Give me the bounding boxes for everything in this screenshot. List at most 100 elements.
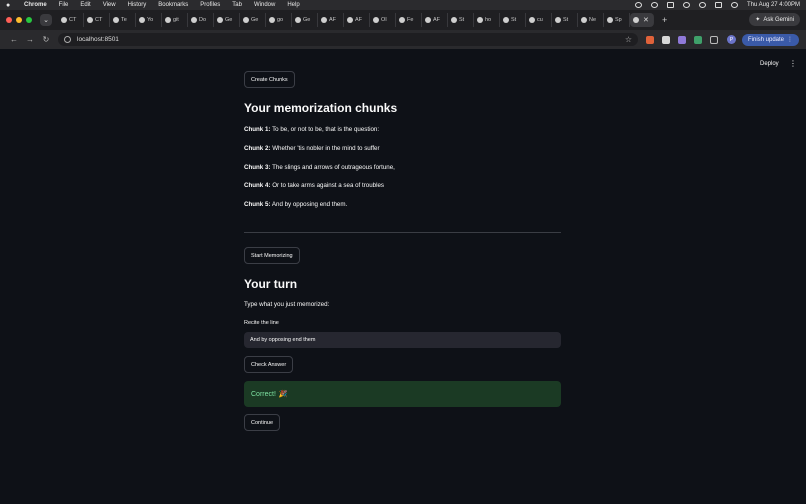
browser-tab[interactable]: OI (370, 13, 396, 27)
url-text: localhost:8501 (77, 36, 119, 43)
start-memorizing-button[interactable]: Start Memorizing (244, 247, 300, 264)
browser-tab[interactable]: St (448, 13, 474, 27)
close-tab-icon[interactable]: ✕ (643, 16, 649, 24)
record-icon[interactable] (650, 2, 658, 8)
window-controls (6, 17, 32, 23)
tab-title: AF (329, 17, 337, 23)
extension-icon[interactable] (662, 35, 670, 44)
menu-file[interactable]: File (59, 2, 69, 8)
browser-tab[interactable]: St (500, 13, 526, 27)
browser-tab[interactable]: go (266, 13, 292, 27)
browser-tab[interactable]: Fe (396, 13, 422, 27)
browser-tab[interactable]: Ge (214, 13, 240, 27)
battery-icon[interactable] (666, 2, 674, 8)
browser-tab[interactable]: CT (58, 13, 84, 27)
extensions-puzzle-icon[interactable] (710, 35, 718, 44)
chunk-label: Chunk 3: (244, 164, 271, 171)
zoom-window-icon[interactable] (26, 17, 32, 23)
app-menu-icon[interactable]: ⋮ (789, 59, 797, 68)
tab-favicon-icon (477, 17, 483, 23)
menu-view[interactable]: View (103, 2, 116, 8)
tab-title: ho (485, 17, 492, 23)
chunk-line: Chunk 5: And by opposing end them. (244, 201, 347, 208)
turn-heading: Your turn (244, 277, 298, 291)
chunk-line: Chunk 1: To be, or not to be, that is th… (244, 126, 379, 133)
success-alert: Correct! 🎉 (244, 381, 561, 407)
chunk-label: Chunk 5: (244, 201, 271, 208)
gemini-icon: ✦ (755, 17, 761, 23)
chunk-text: Or to take arms against a sea of trouble… (272, 182, 384, 189)
tab-title: AF (355, 17, 363, 23)
minimize-window-icon[interactable] (16, 17, 22, 23)
menu-app-name[interactable]: Chrome (24, 2, 47, 8)
browser-tab[interactable]: AF (344, 13, 370, 27)
menu-history[interactable]: History (128, 2, 147, 8)
browser-tab[interactable]: Ge (240, 13, 266, 27)
bluetooth-icon[interactable] (634, 2, 642, 8)
menu-tab[interactable]: Tab (232, 2, 242, 8)
tab-favicon-icon (607, 17, 613, 23)
more-vert-icon: ⋮ (787, 37, 794, 43)
ask-gemini-button[interactable]: ✦ Ask Gemini (749, 13, 800, 26)
close-window-icon[interactable] (6, 17, 12, 23)
tab-title: AF (433, 17, 441, 23)
browser-tab[interactable]: St (552, 13, 578, 27)
tab-favicon-icon (633, 17, 639, 23)
apple-icon[interactable]: ● (6, 2, 14, 9)
address-bar[interactable]: localhost:8501 ☆ (58, 33, 638, 46)
tab-search-icon[interactable]: ⌄ (40, 14, 52, 26)
wifi-icon[interactable] (682, 2, 690, 8)
browser-tab[interactable]: Sp (604, 13, 630, 27)
new-tab-icon[interactable]: + (662, 15, 667, 25)
finish-update-button[interactable]: Finish update ⋮ (742, 33, 800, 46)
browser-tab[interactable]: ho (474, 13, 500, 27)
browser-tab[interactable]: AF (318, 13, 344, 27)
browser-tab[interactable]: Do (188, 13, 214, 27)
browser-tab[interactable]: git (162, 13, 188, 27)
chunk-line: Chunk 3: The slings and arrows of outrag… (244, 164, 395, 171)
tab-favicon-icon (425, 17, 431, 23)
recite-input[interactable]: And by opposing end them (244, 332, 561, 348)
extension-icon[interactable] (646, 35, 654, 44)
menu-profiles[interactable]: Profiles (200, 2, 220, 8)
reload-icon[interactable]: ↻ (38, 35, 54, 44)
search-icon[interactable] (698, 2, 706, 8)
siri-icon[interactable] (730, 2, 738, 8)
browser-tab[interactable]: Yo (136, 13, 162, 27)
profile-avatar[interactable]: P (727, 35, 736, 44)
browser-tab[interactable]: Ge (292, 13, 318, 27)
menu-window[interactable]: Window (254, 2, 275, 8)
tab-title: St (563, 17, 569, 23)
tab-favicon-icon (529, 17, 535, 23)
tab-favicon-icon (87, 17, 93, 23)
tab-favicon-icon (269, 17, 275, 23)
control-center-icon[interactable] (714, 2, 722, 8)
success-text: Correct! (251, 390, 276, 398)
extension-icon[interactable] (694, 35, 702, 44)
deploy-button[interactable]: Deploy (760, 61, 779, 67)
clock[interactable]: Thu Aug 27 4:00PM (747, 2, 800, 8)
tab-title: OI (381, 17, 387, 23)
check-answer-button[interactable]: Check Answer (244, 356, 294, 373)
tab-title: git (173, 17, 179, 23)
browser-tab[interactable]: Ne (578, 13, 604, 27)
site-info-icon[interactable] (64, 36, 71, 43)
menu-help[interactable]: Help (287, 2, 299, 8)
tab-favicon-icon (191, 17, 197, 23)
browser-tab[interactable]: Te (110, 13, 136, 27)
continue-button[interactable]: Continue (244, 414, 281, 431)
browser-tab[interactable]: AF (422, 13, 448, 27)
browser-tab[interactable]: cu (526, 13, 552, 27)
back-icon[interactable]: ← (6, 35, 22, 44)
create-chunks-button[interactable]: Create Chunks (244, 71, 295, 88)
extension-icon[interactable] (678, 35, 686, 44)
party-popper-icon: 🎉 (278, 391, 288, 398)
menu-edit[interactable]: Edit (80, 2, 90, 8)
forward-icon[interactable]: → (22, 35, 38, 44)
browser-tab[interactable]: CT (84, 13, 110, 27)
browser-tab-active[interactable]: ✕ (630, 13, 654, 27)
menu-bookmarks[interactable]: Bookmarks (158, 2, 188, 8)
chunk-text: The slings and arrows of outrageous fort… (272, 164, 395, 171)
bookmark-star-icon[interactable]: ☆ (625, 35, 632, 44)
chunk-text: To be, or not to be, that is the questio… (272, 126, 380, 133)
